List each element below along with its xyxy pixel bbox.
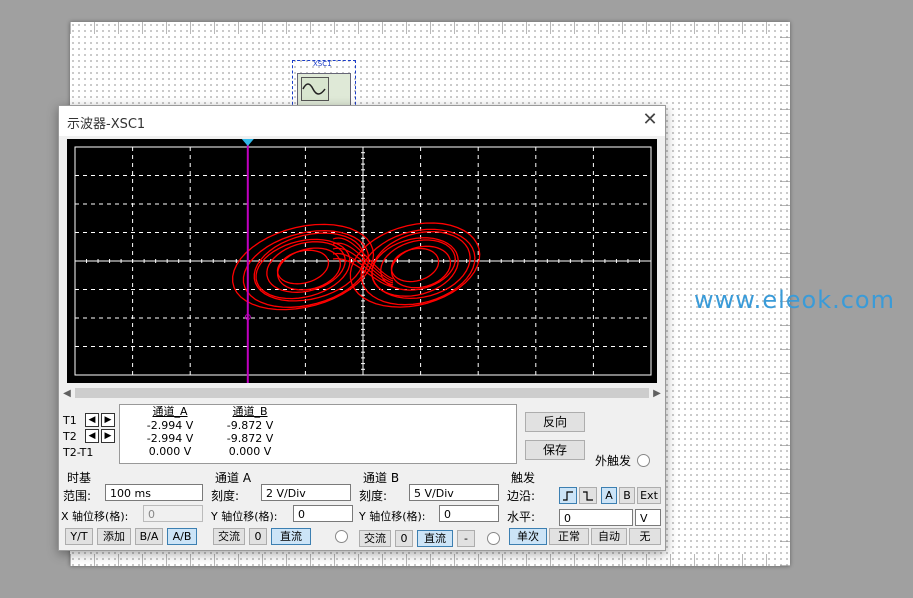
oscilloscope-component[interactable]: XSC1 [292, 60, 356, 110]
scope-display[interactable] [67, 139, 657, 383]
trace-loop [276, 247, 342, 291]
trigger-source-ext-button[interactable]: Ext [637, 487, 661, 504]
external-trigger-radio[interactable] [637, 454, 650, 467]
trigger-source-b-button[interactable]: B [619, 487, 635, 504]
timebase-scale-field[interactable]: 100 ms [105, 484, 203, 501]
reverse-button[interactable]: 反向 [525, 412, 585, 432]
rising-edge-icon[interactable] [559, 487, 577, 504]
component-label: XSC1 [313, 60, 332, 68]
trigger-level-unit[interactable]: V [635, 509, 661, 526]
channel-a-ypos-field[interactable]: 0 [293, 505, 353, 522]
channel-a-radio[interactable] [335, 530, 348, 543]
channel-b-scale-label: 刻度: [359, 489, 388, 503]
trigger-normal-button[interactable]: 正常 [549, 528, 589, 545]
channel-b-ypos-field[interactable]: 0 [439, 505, 499, 522]
window-title: 示波器-XSC1 [67, 117, 146, 132]
channel-a-header: 通道_A [152, 405, 188, 418]
t1-label: T1 [63, 413, 77, 427]
mode-add-button[interactable]: 添加 [97, 528, 131, 545]
channel-b-zero-button[interactable]: 0 [395, 530, 413, 547]
trace-loop [232, 223, 375, 311]
cursor-handle-icon [241, 139, 254, 146]
timebase-scale-label: 范围: [63, 489, 92, 503]
t2-label: T2 [63, 429, 77, 443]
channel-b-title: 通道 B [363, 471, 400, 485]
horizontal-scrollbar[interactable]: ◀ ▶ [61, 386, 663, 401]
scroll-right-icon[interactable]: ▶ [651, 386, 663, 401]
oscilloscope-symbol-screen [301, 77, 329, 101]
t1-b-value: -9.872 V [226, 419, 274, 432]
channel-a-scale-field[interactable]: 2 V/Div [261, 484, 351, 501]
trace-loop [390, 247, 440, 283]
trigger-level-label: 水平: [507, 510, 536, 524]
trigger-source-a-button[interactable]: A [601, 487, 617, 504]
t2-right-arrow-icon[interactable]: ▶ [101, 429, 115, 443]
channel-a-scale-label: 刻度: [211, 489, 240, 503]
channel-a-zero-button[interactable]: 0 [249, 528, 267, 545]
trigger-title: 触发 [511, 471, 536, 485]
channel-b-ac-button[interactable]: 交流 [359, 530, 391, 547]
lissajous-trace [232, 222, 481, 311]
timebase-title: 时基 [67, 471, 92, 485]
t2-b-value: -9.872 V [226, 432, 274, 445]
t2-a-value: -2.994 V [146, 432, 194, 445]
diff-b-value: 0.000 V [228, 445, 272, 458]
channel-a-ypos-label: Y 轴位移(格): [211, 510, 278, 523]
falling-edge-icon[interactable] [579, 487, 597, 504]
channel-b-ypos-label: Y 轴位移(格): [359, 510, 426, 523]
trigger-auto-button[interactable]: 自动 [591, 528, 627, 545]
t1-left-arrow-icon[interactable]: ◀ [85, 413, 99, 427]
channel-a-dc-button[interactable]: 直流 [271, 528, 311, 545]
trace-loop [276, 249, 330, 285]
cursor-labels: T1 ◀ ▶ T2 ◀ ▶ T2-T1 [63, 412, 119, 460]
scroll-left-icon[interactable]: ◀ [61, 386, 73, 401]
channel-b-scale-field[interactable]: 5 V/Div [409, 484, 499, 501]
scope-screen [74, 139, 652, 383]
channel-a-ac-button[interactable]: 交流 [213, 528, 245, 545]
x-position-label: X 轴位移(格): [61, 510, 129, 523]
workspace-ruler-bottom [70, 554, 790, 566]
channel-b-header: 通道_B [232, 405, 268, 418]
mode-ba-button[interactable]: B/A [135, 528, 163, 545]
t1-a-value: -2.994 V [146, 419, 194, 432]
save-button[interactable]: 保存 [525, 440, 585, 460]
oscilloscope-window: 示波器-XSC1 ✕ ◀ ▶ T1 ◀ ▶ T2 ◀ ▶ T2-T1 通道_A [58, 105, 666, 551]
oscilloscope-symbol [297, 73, 351, 109]
channel-b-dc-button[interactable]: 直流 [417, 530, 453, 547]
trigger-none-button[interactable]: 无 [629, 528, 661, 545]
scrollbar-track[interactable] [75, 388, 649, 398]
x-position-field[interactable]: 0 [143, 505, 203, 522]
t2-left-arrow-icon[interactable]: ◀ [85, 429, 99, 443]
trigger-single-button[interactable]: 单次 [509, 528, 547, 545]
titlebar[interactable]: 示波器-XSC1 ✕ [59, 106, 665, 136]
channel-b-radio[interactable] [487, 532, 500, 545]
external-trigger-label: 外触发 [595, 454, 632, 468]
sine-wave-icon [302, 83, 326, 95]
channel-a-title: 通道 A [215, 471, 252, 485]
watermark: www.eleok.com [694, 286, 895, 314]
mode-yt-button[interactable]: Y/T [65, 528, 93, 545]
t2-t1-label: T2-T1 [63, 445, 94, 459]
trigger-level-field[interactable]: 0 [559, 509, 633, 526]
trigger-edge-label: 边沿: [507, 489, 536, 503]
t1-right-arrow-icon[interactable]: ▶ [101, 413, 115, 427]
cursor-readout: 通道_A -2.994 V -2.994 V 0.000 V 通道_B -9.8… [119, 404, 517, 464]
mode-ab-button[interactable]: A/B [167, 528, 197, 545]
workspace-ruler-top [70, 22, 790, 34]
close-icon[interactable]: ✕ [635, 106, 665, 134]
diff-a-value: 0.000 V [148, 445, 192, 458]
channel-b-minus-button[interactable]: - [457, 530, 475, 547]
